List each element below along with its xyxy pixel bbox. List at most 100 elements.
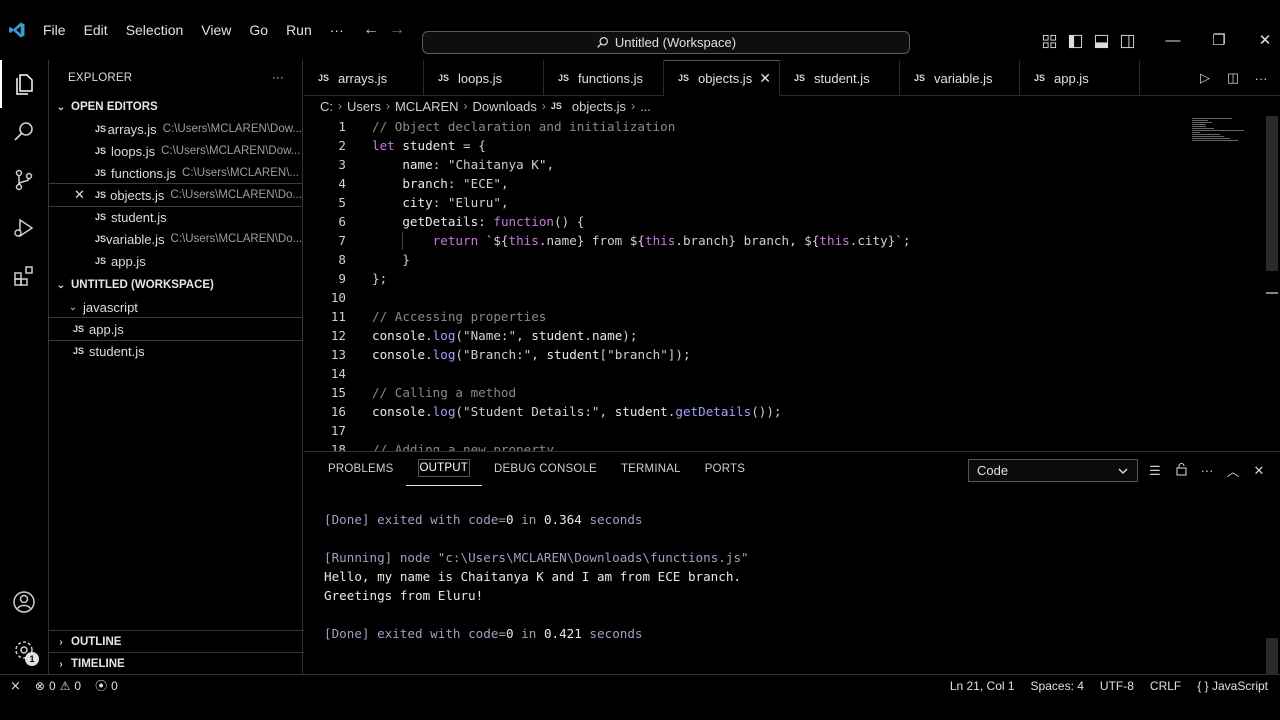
close-window-icon[interactable]: ✕ (1242, 31, 1280, 49)
status-left: ⨯ ⊗ 0 ⚠ 0 ⦿ 0 (0, 677, 118, 694)
toggle-panel-icon[interactable] (1092, 31, 1110, 51)
open-editor-item[interactable]: ✕ JS objects.js C:\Users\MCLAREN\Do... (48, 183, 303, 207)
search-icon[interactable] (0, 108, 48, 156)
extensions-icon[interactable] (0, 252, 48, 300)
run-code-icon[interactable]: ▷ (1196, 70, 1214, 86)
menu-go[interactable]: Go (240, 0, 277, 60)
code-line[interactable]: 5 city: "Eluru", (304, 193, 1264, 212)
breadcrumb-downloads[interactable]: Downloads (473, 99, 537, 114)
command-center-search[interactable]: Untitled (Workspace) (422, 31, 910, 54)
more-actions-icon[interactable]: ··· (1252, 71, 1270, 86)
open-editor-item[interactable]: JS variable.js C:\Users\MCLAREN\Do... (49, 228, 302, 250)
more-actions-icon[interactable]: ··· (1198, 463, 1216, 478)
toggle-primary-sidebar-icon[interactable] (1066, 31, 1084, 51)
toggle-secondary-sidebar-icon[interactable] (1118, 31, 1136, 51)
code-line[interactable]: 14 (304, 364, 1264, 383)
open-editors-section[interactable]: ⌄ OPEN EDITORS (49, 96, 302, 118)
code-line[interactable]: 9}; (304, 269, 1264, 288)
restore-icon[interactable]: ❐ (1196, 31, 1242, 49)
code-line[interactable]: 15 // Calling a method (304, 383, 1264, 402)
file-name: variable.js (106, 231, 165, 247)
maximize-panel-icon[interactable]: ︿ (1224, 461, 1242, 480)
menu-file[interactable]: File (34, 0, 75, 60)
outline-section[interactable]: › OUTLINE (49, 630, 304, 653)
tree-file-student[interactable]: JS student.js (49, 340, 302, 362)
code-line[interactable]: 18 // Adding a new property (304, 440, 1264, 451)
menu-more[interactable]: ··· (321, 0, 353, 60)
minimap[interactable] (1192, 118, 1252, 148)
minimize-icon[interactable]: — (1150, 32, 1196, 49)
back-arrow-icon[interactable]: ← (362, 21, 380, 39)
code-editor[interactable]: 1 // Object declaration and initializatio… (304, 116, 1280, 451)
forward-arrow-icon[interactable]: → (388, 21, 406, 39)
language-mode[interactable]: { } JavaScript (1197, 679, 1268, 693)
manage-gear-icon[interactable]: 1 (0, 626, 48, 674)
remote-icon[interactable]: ⨯ (10, 678, 21, 694)
explorer-icon[interactable] (0, 60, 48, 108)
line-endings[interactable]: CRLF (1150, 679, 1181, 693)
editor-tab[interactable]: JS loops.js (424, 60, 544, 96)
source-control-icon[interactable] (0, 156, 48, 204)
code-line[interactable]: 3 name: "Chaitanya K", (304, 155, 1264, 174)
code-line[interactable]: 10 (304, 288, 1264, 307)
code-line[interactable]: 17 (304, 421, 1264, 440)
tab-ports[interactable]: PORTS (693, 452, 757, 486)
editor-tab[interactable]: JS functions.js (544, 60, 664, 96)
open-editor-item[interactable]: JS student.js (49, 206, 302, 228)
run-and-debug-icon[interactable] (0, 204, 48, 252)
cursor-position[interactable]: Ln 21, Col 1 (950, 679, 1015, 693)
close-tab-icon[interactable]: ✕ (759, 70, 771, 87)
accounts-icon[interactable] (0, 578, 48, 626)
tab-debug-console[interactable]: DEBUG CONSOLE (482, 452, 609, 486)
explorer-more-icon[interactable]: ··· (272, 72, 284, 84)
tab-problems[interactable]: PROBLEMS (316, 452, 406, 486)
code-line[interactable]: 2 let student = { (304, 136, 1264, 155)
problems-status[interactable]: ⊗ 0 ⚠ 0 (35, 679, 81, 693)
tree-file-app[interactable]: JS app.js (48, 317, 303, 341)
code-line[interactable]: 8 } (304, 250, 1264, 269)
output-channel-select[interactable]: Code (968, 459, 1138, 482)
indentation[interactable]: Spaces: 4 (1031, 679, 1084, 693)
filter-list-icon[interactable]: ☰ (1146, 463, 1164, 479)
open-editor-item[interactable]: JS arrays.js C:\Users\MCLAREN\Dow... (49, 118, 302, 140)
open-editor-item[interactable]: JS functions.js C:\Users\MCLAREN\... (49, 162, 302, 184)
split-editor-icon[interactable]: ◫ (1224, 70, 1242, 86)
breadcrumb-file[interactable]: objects.js (572, 99, 626, 114)
editor-tab[interactable]: JS app.js (1020, 60, 1140, 96)
close-panel-icon[interactable]: ✕ (1250, 463, 1268, 479)
menu-view[interactable]: View (192, 0, 240, 60)
breadcrumb-user[interactable]: MCLAREN (395, 99, 459, 114)
timeline-section[interactable]: › TIMELINE (49, 652, 304, 675)
breadcrumb-symbol[interactable]: ... (640, 99, 651, 114)
menu-run[interactable]: Run (277, 0, 321, 60)
editor-tab[interactable]: JS objects.js ✕ (664, 60, 780, 96)
close-editor-icon[interactable]: ✕ (74, 187, 85, 203)
open-editor-item[interactable]: JS loops.js C:\Users\MCLAREN\Dow... (49, 140, 302, 162)
file-encoding[interactable]: UTF-8 (1100, 679, 1134, 693)
code-line[interactable]: 7 return `${this.name} from ${this.branc… (304, 231, 1264, 250)
editor-tab[interactable]: JS student.js (780, 60, 900, 96)
tab-terminal[interactable]: TERMINAL (609, 452, 693, 486)
editor-scrollbar[interactable] (1266, 116, 1278, 271)
output-scrollbar[interactable] (1266, 638, 1278, 674)
code-line[interactable]: 6 getDetails: function() { (304, 212, 1264, 231)
editor-tab[interactable]: JS arrays.js (304, 60, 424, 96)
lock-icon[interactable] (1172, 462, 1190, 479)
menu-edit[interactable]: Edit (75, 0, 117, 60)
code-line[interactable]: 4 branch: "ECE", (304, 174, 1264, 193)
code-line[interactable]: 13 console.log("Branch:", student["branch… (304, 345, 1264, 364)
code-line[interactable]: 11 // Accessing properties (304, 307, 1264, 326)
folder-javascript[interactable]: ⌄ javascript (49, 296, 302, 318)
customize-layout-icon[interactable] (1040, 31, 1058, 51)
menu-selection[interactable]: Selection (117, 0, 193, 60)
code-line[interactable]: 12 console.log("Name:", student.name); (304, 326, 1264, 345)
workspace-section[interactable]: ⌄ UNTITLED (WORKSPACE) (49, 274, 302, 296)
editor-tab[interactable]: JS variable.js (900, 60, 1020, 96)
ports-status[interactable]: ⦿ 0 (95, 677, 118, 694)
open-editor-item[interactable]: JS app.js (49, 250, 302, 272)
code-line[interactable]: 1 // Object declaration and initializatio… (304, 117, 1264, 136)
breadcrumb-drive[interactable]: C: (320, 99, 333, 114)
tab-output[interactable]: OUTPUT (405, 452, 482, 486)
code-line[interactable]: 16 console.log("Student Details:", studen… (304, 402, 1264, 421)
breadcrumb-users[interactable]: Users (347, 99, 381, 114)
